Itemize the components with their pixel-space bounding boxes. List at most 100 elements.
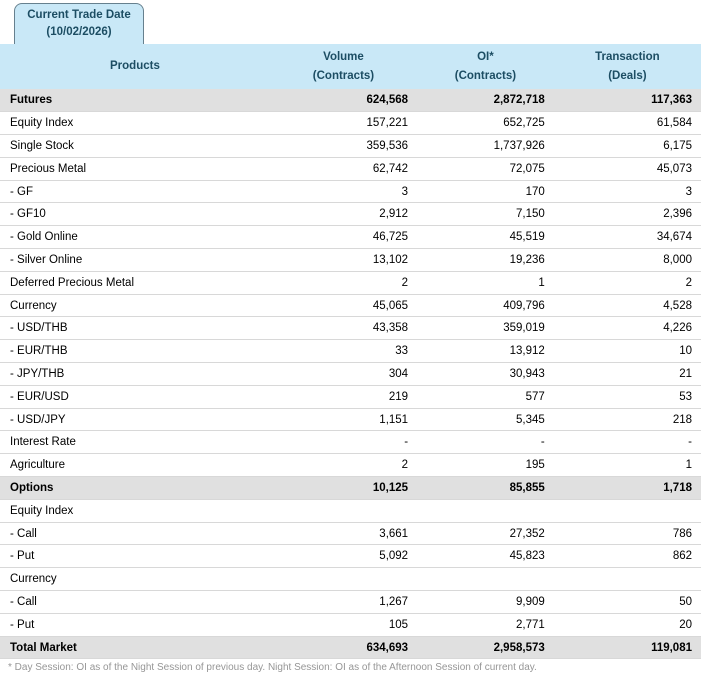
- column-header-label: Volume: [323, 50, 364, 63]
- product-cell: Options: [0, 476, 270, 500]
- oi-cell: [417, 499, 554, 523]
- deals-cell: 50: [553, 590, 701, 614]
- deals-cell: [553, 499, 701, 523]
- volume-cell: 105: [269, 613, 418, 637]
- deals-cell: 4,226: [553, 316, 701, 341]
- product-cell: Interest Rate: [0, 430, 270, 455]
- product-cell: - EUR/THB: [0, 339, 270, 364]
- volume-cell: 45,065: [269, 294, 418, 318]
- oi-cell: 195: [417, 453, 554, 478]
- product-cell: Agriculture: [0, 453, 270, 478]
- table-row: Options 10,125 85,855 1,718: [0, 476, 701, 500]
- table-row: Equity Index 157,221 652,725 61,584: [0, 111, 701, 136]
- deals-cell: 3: [553, 180, 701, 204]
- volume-cell: 5,092: [269, 544, 418, 569]
- market-summary-table: Products Volume (Contracts) OI* (Contrac…: [0, 44, 701, 660]
- oi-cell: 2,771: [417, 613, 554, 637]
- volume-cell: 157,221: [269, 111, 418, 136]
- volume-cell: -: [269, 430, 418, 455]
- deals-cell: 4,528: [553, 294, 701, 318]
- tab-label-line1: Current Trade Date: [27, 9, 131, 22]
- volume-cell: 1,151: [269, 408, 418, 432]
- deals-cell: [553, 567, 701, 592]
- table-row: Currency 45,065 409,796 4,528: [0, 294, 701, 318]
- table-row: Agriculture 2 195 1: [0, 453, 701, 478]
- volume-cell: 46,725: [269, 225, 418, 250]
- column-header-volume: Volume (Contracts): [269, 44, 418, 89]
- tab-label-line2: (10/02/2026): [46, 26, 112, 38]
- table-row: - Call 3,661 27,352 786: [0, 522, 701, 546]
- table-row: Single Stock 359,536 1,737,926 6,175: [0, 134, 701, 158]
- deals-cell: 2,396: [553, 202, 701, 227]
- oi-cell: 170: [417, 180, 554, 204]
- deals-cell: -: [553, 430, 701, 455]
- tab-current-trade-date[interactable]: Current Trade Date (10/02/2026): [14, 3, 144, 44]
- column-header-label: Products: [110, 60, 160, 73]
- volume-cell: 13,102: [269, 248, 418, 272]
- oi-cell: 30,943: [417, 362, 554, 386]
- table-row: - EUR/THB 33 13,912 10: [0, 339, 701, 364]
- oi-cell: 45,823: [417, 544, 554, 569]
- oi-cell: -: [417, 430, 554, 455]
- column-header-sub: (Deals): [608, 69, 647, 82]
- product-cell: - Gold Online: [0, 225, 270, 250]
- deals-cell: 20: [553, 613, 701, 637]
- volume-cell: 1,267: [269, 590, 418, 614]
- tab-bar: Current Trade Date (10/02/2026): [0, 0, 701, 44]
- oi-cell: 1: [417, 271, 554, 295]
- table-row: Interest Rate - - -: [0, 430, 701, 455]
- deals-cell: 45,073: [553, 157, 701, 181]
- oi-cell: [417, 567, 554, 592]
- oi-session-footnote: * Day Session: OI as of the Night Sessio…: [8, 662, 537, 674]
- table-body: Futures 624,568 2,872,718 117,363 Equity Ind…: [0, 89, 701, 660]
- product-cell: - Put: [0, 613, 270, 637]
- oi-cell: 577: [417, 385, 554, 409]
- deals-cell: 218: [553, 408, 701, 432]
- column-header-sub: (Contracts): [454, 69, 517, 82]
- product-cell: - USD/THB: [0, 316, 270, 341]
- deals-cell: 53: [553, 385, 701, 409]
- oi-cell: 45,519: [417, 225, 554, 250]
- deals-cell: 119,081: [553, 636, 701, 660]
- volume-cell: 10,125: [269, 476, 418, 500]
- volume-cell: 624,568: [269, 89, 418, 113]
- oi-cell: 2,872,718: [417, 89, 554, 113]
- product-cell: Currency: [0, 567, 270, 592]
- deals-cell: 6,175: [553, 134, 701, 158]
- deals-cell: 2: [553, 271, 701, 295]
- column-header-label: Transaction: [595, 50, 660, 63]
- volume-cell: 219: [269, 385, 418, 409]
- product-cell: - Put: [0, 544, 270, 569]
- product-cell: - Call: [0, 590, 270, 614]
- column-header-sub: (Contracts): [312, 69, 375, 82]
- oi-cell: 85,855: [417, 476, 554, 500]
- table-row: - Gold Online 46,725 45,519 34,674: [0, 225, 701, 250]
- product-cell: Currency: [0, 294, 270, 318]
- table-row: - GF10 2,912 7,150 2,396: [0, 202, 701, 227]
- product-cell: Equity Index: [0, 111, 270, 136]
- product-cell: Equity Index: [0, 499, 270, 523]
- oi-cell: 9,909: [417, 590, 554, 614]
- table-row: - Silver Online 13,102 19,236 8,000: [0, 248, 701, 272]
- deals-cell: 61,584: [553, 111, 701, 136]
- table-row: Deferred Precious Metal 2 1 2: [0, 271, 701, 295]
- deals-cell: 10: [553, 339, 701, 364]
- product-cell: Total Market: [0, 636, 270, 660]
- table-row: - Put 5,092 45,823 862: [0, 544, 701, 569]
- product-cell: Precious Metal: [0, 157, 270, 181]
- table-row: - JPY/THB 304 30,943 21: [0, 362, 701, 386]
- product-cell: Futures: [0, 89, 270, 113]
- deals-cell: 8,000: [553, 248, 701, 272]
- volume-cell: 359,536: [269, 134, 418, 158]
- product-cell: - GF10: [0, 202, 270, 227]
- deals-cell: 786: [553, 522, 701, 546]
- oi-cell: 72,075: [417, 157, 554, 181]
- product-cell: - USD/JPY: [0, 408, 270, 432]
- volume-cell: 2: [269, 271, 418, 295]
- oi-cell: 409,796: [417, 294, 554, 318]
- product-cell: - Silver Online: [0, 248, 270, 272]
- oi-cell: 27,352: [417, 522, 554, 546]
- oi-cell: 2,958,573: [417, 636, 554, 660]
- product-cell: - EUR/USD: [0, 385, 270, 409]
- oi-cell: 7,150: [417, 202, 554, 227]
